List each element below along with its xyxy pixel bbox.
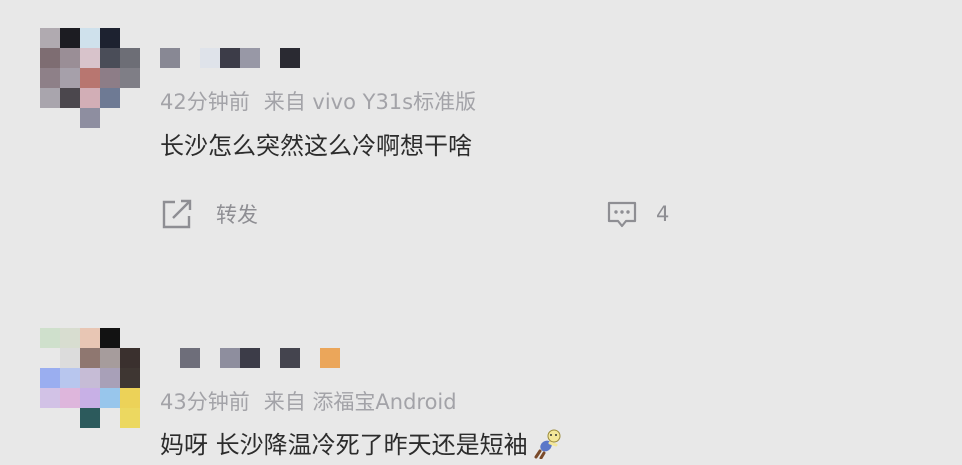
avatar-pixelated[interactable] bbox=[40, 328, 140, 428]
post-text: 妈呀 长沙降温冷死了昨天还是短袖 bbox=[160, 431, 528, 459]
teddy-bear-emoji-icon bbox=[532, 427, 564, 465]
post-time: 43分钟前 bbox=[160, 390, 250, 414]
post-2: 43分钟前 来自 添福宝Android 妈呀 长沙降温冷死了昨天还是短袖 bbox=[0, 0, 962, 460]
post-text-row: 妈呀 长沙降温冷死了昨天还是短袖 bbox=[160, 425, 564, 465]
post-meta: 43分钟前 来自 添福宝Android bbox=[160, 386, 457, 416]
username-blurred[interactable] bbox=[160, 348, 360, 368]
post-source[interactable]: 来自 添福宝Android bbox=[264, 390, 457, 414]
